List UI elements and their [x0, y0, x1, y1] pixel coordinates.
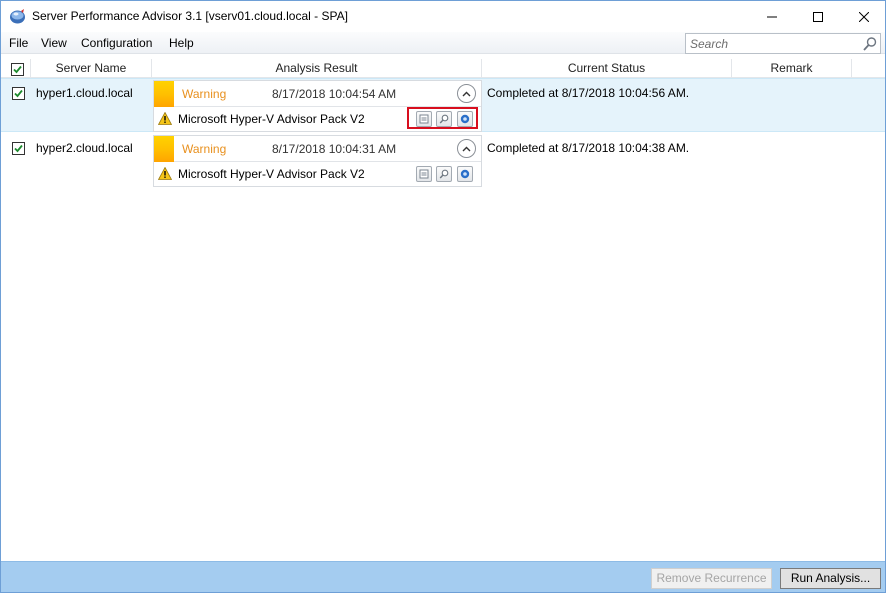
remove-recurrence-button[interactable]: Remove Recurrence [651, 568, 772, 589]
row-checkbox[interactable] [12, 87, 25, 100]
title-bar[interactable]: Server Performance Advisor 3.1 [vserv01.… [1, 1, 885, 32]
select-all-checkbox[interactable] [11, 63, 24, 76]
column-header: Server Name Analysis Result Current Stat… [1, 59, 885, 78]
minimize-icon [767, 16, 777, 17]
menu-configuration[interactable]: Configuration [81, 36, 152, 50]
footer-bar: Remove Recurrence Run Analysis... [1, 561, 885, 592]
column-server-name[interactable]: Server Name [31, 59, 152, 78]
row-checkbox[interactable] [12, 142, 25, 155]
collapse-button[interactable] [457, 139, 476, 158]
highlight-annotation [407, 107, 478, 129]
severity-indicator [154, 81, 174, 107]
current-status: Completed at 8/17/2018 10:04:38 AM. [487, 141, 690, 155]
menu-view[interactable]: View [41, 36, 67, 50]
severity-indicator [154, 136, 174, 162]
info-button[interactable] [457, 166, 473, 182]
warning-icon [158, 112, 172, 125]
maximize-icon [813, 11, 823, 22]
result-timestamp: 8/17/2018 10:04:31 AM [272, 142, 397, 156]
result-timestamp: 8/17/2018 10:04:54 AM [272, 87, 397, 101]
window-title: Server Performance Advisor 3.1 [vserv01.… [32, 9, 348, 23]
maximize-button[interactable] [795, 1, 841, 32]
result-summary: Warning 8/17/2018 10:04:54 AM [154, 81, 481, 107]
column-analysis-result[interactable]: Analysis Result [152, 59, 482, 78]
menu-help[interactable]: Help [169, 36, 194, 50]
server-name: hyper1.cloud.local [36, 86, 133, 100]
chevron-up-icon [462, 146, 471, 151]
result-summary: Warning 8/17/2018 10:04:31 AM [154, 136, 481, 162]
search-icon[interactable] [862, 36, 878, 52]
advisor-pack-entry: Microsoft Hyper-V Advisor Pack V2 [154, 162, 481, 186]
minimize-button[interactable] [749, 1, 795, 32]
menu-file[interactable]: File [9, 36, 28, 50]
checkmark-icon [13, 65, 22, 74]
checkmark-icon [14, 144, 23, 153]
magnifier-icon [439, 169, 449, 179]
server-name: hyper2.cloud.local [36, 141, 133, 155]
report-icon [419, 169, 429, 179]
warning-icon [158, 167, 172, 180]
view-report-button[interactable] [416, 166, 432, 182]
analysis-result-panel: Warning 8/17/2018 10:04:31 AM Microsoft … [153, 135, 482, 187]
checkmark-icon [14, 89, 23, 98]
collapse-button[interactable] [457, 84, 476, 103]
info-icon [460, 169, 470, 179]
main-window: Server Performance Advisor 3.1 [vserv01.… [0, 0, 886, 593]
severity-label: Warning [182, 87, 227, 101]
app-icon [10, 9, 25, 24]
severity-label: Warning [182, 142, 227, 156]
chevron-up-icon [462, 91, 471, 96]
close-button[interactable] [841, 1, 886, 32]
run-analysis-button[interactable]: Run Analysis... [780, 568, 881, 589]
advisor-pack-name: Microsoft Hyper-V Advisor Pack V2 [178, 112, 365, 126]
current-status: Completed at 8/17/2018 10:04:56 AM. [487, 86, 690, 100]
search-box[interactable] [685, 33, 881, 54]
table-row[interactable]: hyper2.cloud.local Warning 8/17/2018 10:… [1, 133, 885, 187]
advisor-pack-name: Microsoft Hyper-V Advisor Pack V2 [178, 167, 365, 181]
search-input[interactable] [690, 36, 850, 51]
column-remark[interactable]: Remark [732, 59, 852, 78]
search-details-button[interactable] [436, 166, 452, 182]
close-icon [859, 11, 869, 22]
column-current-status[interactable]: Current Status [482, 59, 732, 78]
